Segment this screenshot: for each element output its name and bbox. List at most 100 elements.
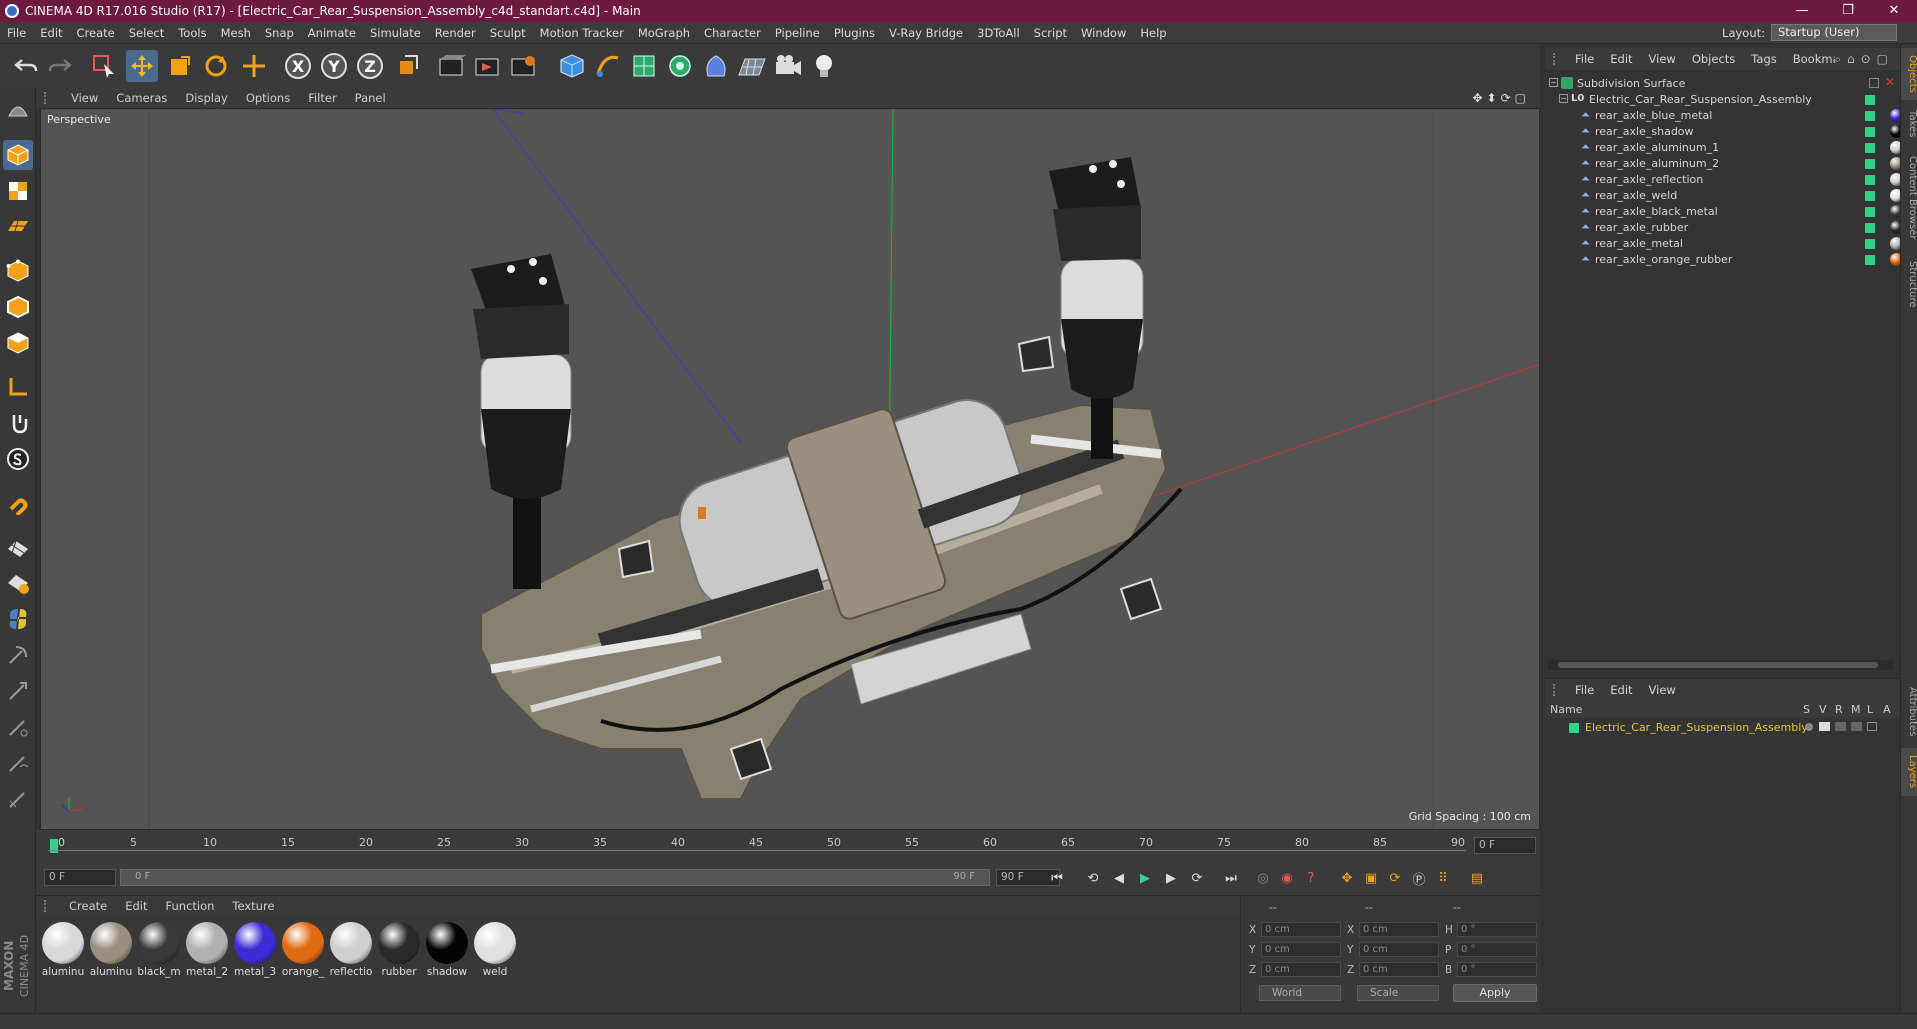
om-menu-bookmarks[interactable]: Bookmarks bbox=[1785, 52, 1835, 66]
next-frame-icon[interactable]: ▶ bbox=[1160, 867, 1182, 889]
tab-layers[interactable]: Layers bbox=[1901, 748, 1917, 796]
cube-primitive-icon[interactable] bbox=[556, 50, 588, 82]
paint-tool-icon[interactable] bbox=[3, 640, 33, 670]
col-animation[interactable]: A bbox=[1883, 703, 1891, 716]
model-mode-icon[interactable] bbox=[3, 140, 33, 170]
rot-p-field[interactable]: 0 ° bbox=[1457, 942, 1537, 957]
menu-render[interactable]: Render bbox=[428, 26, 483, 40]
camera-icon[interactable] bbox=[772, 50, 804, 82]
move-tool-icon[interactable] bbox=[126, 50, 158, 82]
maximize-button[interactable]: ❐ bbox=[1825, 0, 1871, 22]
sculpt-pull-icon[interactable] bbox=[3, 676, 33, 706]
material-swatch[interactable]: orange_ bbox=[280, 920, 326, 982]
menu-3dtoall[interactable]: 3DToAll bbox=[970, 26, 1027, 40]
apply-button[interactable]: Apply bbox=[1453, 984, 1537, 1002]
previous-keyframe-icon[interactable]: ⟲ bbox=[1082, 867, 1104, 889]
tweak-mode-icon[interactable] bbox=[3, 408, 33, 438]
om-menu-view[interactable]: View bbox=[1641, 52, 1684, 66]
previous-frame-icon[interactable]: ◀ bbox=[1108, 867, 1130, 889]
close-button[interactable]: ✕ bbox=[1871, 0, 1917, 22]
menu-file[interactable]: File bbox=[0, 26, 33, 40]
om-menu-tags[interactable]: Tags bbox=[1743, 52, 1784, 66]
editor-visibility-toggle[interactable] bbox=[1869, 78, 1879, 88]
layer-color-square[interactable] bbox=[1865, 207, 1875, 217]
size-y-field[interactable]: 0 cm bbox=[1359, 942, 1439, 957]
pen-spline-icon[interactable] bbox=[592, 50, 624, 82]
visible-eye-icon[interactable] bbox=[1819, 722, 1830, 731]
render-toggle-icon[interactable] bbox=[1835, 722, 1846, 731]
tab-attributes[interactable]: Attributes bbox=[1901, 680, 1917, 744]
layer-color-square[interactable] bbox=[1865, 239, 1875, 249]
viewport-menu-options[interactable]: Options bbox=[237, 91, 299, 105]
col-render[interactable]: R bbox=[1835, 703, 1843, 716]
rot-h-field[interactable]: 0 ° bbox=[1457, 922, 1537, 937]
menu-sculpt[interactable]: Sculpt bbox=[483, 26, 533, 40]
render-view-icon[interactable] bbox=[436, 50, 468, 82]
rot-b-field[interactable]: 0 ° bbox=[1457, 962, 1537, 977]
object-row[interactable]: ⏶ rear_axle_orange_rubber bbox=[1545, 250, 1917, 270]
x-axis-lock-button[interactable]: X bbox=[282, 50, 314, 82]
layer-row[interactable]: Electric_Car_Rear_Suspension_Assembly bbox=[1545, 718, 1900, 738]
material-swatch[interactable]: black_m bbox=[136, 920, 182, 982]
layout-dropdown[interactable]: Startup (User) bbox=[1771, 24, 1897, 41]
om-search-home-icons[interactable]: ⌕⌂⊙▢ bbox=[1834, 52, 1894, 67]
menu-animate[interactable]: Animate bbox=[301, 26, 363, 40]
layer-color-square[interactable] bbox=[1865, 175, 1875, 185]
timeline-ruler[interactable]: 0 5 10 15 20 25 30 35 40 45 50 55 60 65 … bbox=[36, 830, 1540, 860]
make-editable-icon[interactable] bbox=[3, 94, 33, 124]
menu-vray-bridge[interactable]: V-Ray Bridge bbox=[882, 26, 970, 40]
material-swatch[interactable]: rubber bbox=[376, 920, 422, 982]
viewport-menu-filter[interactable]: Filter bbox=[299, 91, 345, 105]
render-to-picture-viewer-icon[interactable] bbox=[472, 50, 504, 82]
tab-structure[interactable]: Structure bbox=[1901, 252, 1917, 316]
perspective-viewport[interactable]: Perspective Grid Spacing : 100 cm bbox=[40, 108, 1540, 830]
disabled-x-icon[interactable]: ✕ bbox=[1885, 75, 1895, 89]
material-swatch[interactable]: weld bbox=[472, 920, 518, 982]
scrollbar-thumb[interactable] bbox=[1558, 662, 1878, 668]
timeline-window-icon[interactable]: ▤ bbox=[1466, 867, 1488, 889]
col-name[interactable]: Name bbox=[1550, 703, 1582, 716]
subdivision-surface-icon[interactable] bbox=[628, 50, 660, 82]
layer-color-square[interactable] bbox=[1865, 191, 1875, 201]
tab-content-browser[interactable]: Content Browser bbox=[1901, 148, 1917, 248]
layer-color-square[interactable] bbox=[1569, 723, 1579, 733]
viewport-camera-label[interactable]: Perspective bbox=[47, 113, 111, 126]
lm-menu-file[interactable]: File bbox=[1567, 683, 1602, 697]
start-frame-field[interactable]: 0 F bbox=[44, 869, 116, 886]
layer-color-square[interactable] bbox=[1865, 95, 1875, 105]
go-to-end-icon[interactable]: ⏭ bbox=[1220, 867, 1242, 889]
rotate-tool-icon[interactable] bbox=[200, 50, 232, 82]
col-manager[interactable]: M bbox=[1851, 703, 1861, 716]
light-icon[interactable] bbox=[808, 50, 840, 82]
material-menu-function[interactable]: Function bbox=[157, 899, 224, 913]
material-menu-create[interactable]: Create bbox=[60, 899, 116, 913]
layer-color-square[interactable] bbox=[1865, 111, 1875, 121]
redo-icon[interactable] bbox=[44, 50, 76, 82]
coordinate-space-dropdown[interactable]: World bbox=[1259, 985, 1341, 1001]
viewport-menu-view[interactable]: View bbox=[62, 91, 107, 105]
tab-objects[interactable]: Objects bbox=[1901, 48, 1917, 100]
layer-color-square[interactable] bbox=[1865, 223, 1875, 233]
menu-pipeline[interactable]: Pipeline bbox=[768, 26, 827, 40]
lock-toggle-icon[interactable] bbox=[1867, 722, 1877, 731]
layer-color-square[interactable] bbox=[1865, 127, 1875, 137]
position-key-icon[interactable]: ✥ bbox=[1336, 867, 1358, 889]
workplane-lock-icon[interactable] bbox=[3, 532, 33, 562]
viewport-navigation-icons[interactable]: ✥⬍⟳▢ bbox=[1472, 91, 1530, 105]
live-selection-icon[interactable] bbox=[88, 50, 120, 82]
render-settings-icon[interactable] bbox=[508, 50, 540, 82]
col-visible[interactable]: V bbox=[1819, 703, 1827, 716]
size-x-field[interactable]: 0 cm bbox=[1359, 922, 1439, 937]
layer-color-square[interactable] bbox=[1865, 255, 1875, 265]
menu-edit[interactable]: Edit bbox=[33, 26, 69, 40]
y-axis-lock-button[interactable]: Y bbox=[318, 50, 350, 82]
points-mode-icon[interactable] bbox=[3, 256, 33, 286]
locked-workplane-icon[interactable] bbox=[3, 568, 33, 598]
layer-color-square[interactable] bbox=[1865, 143, 1875, 153]
menu-plugins[interactable]: Plugins bbox=[827, 26, 882, 40]
floor-environment-icon[interactable] bbox=[736, 50, 768, 82]
polygons-mode-icon[interactable] bbox=[3, 328, 33, 358]
axis-mode-icon[interactable] bbox=[3, 372, 33, 402]
pos-z-field[interactable]: 0 cm bbox=[1261, 962, 1341, 977]
current-frame-field[interactable]: 0 F bbox=[1474, 837, 1536, 854]
